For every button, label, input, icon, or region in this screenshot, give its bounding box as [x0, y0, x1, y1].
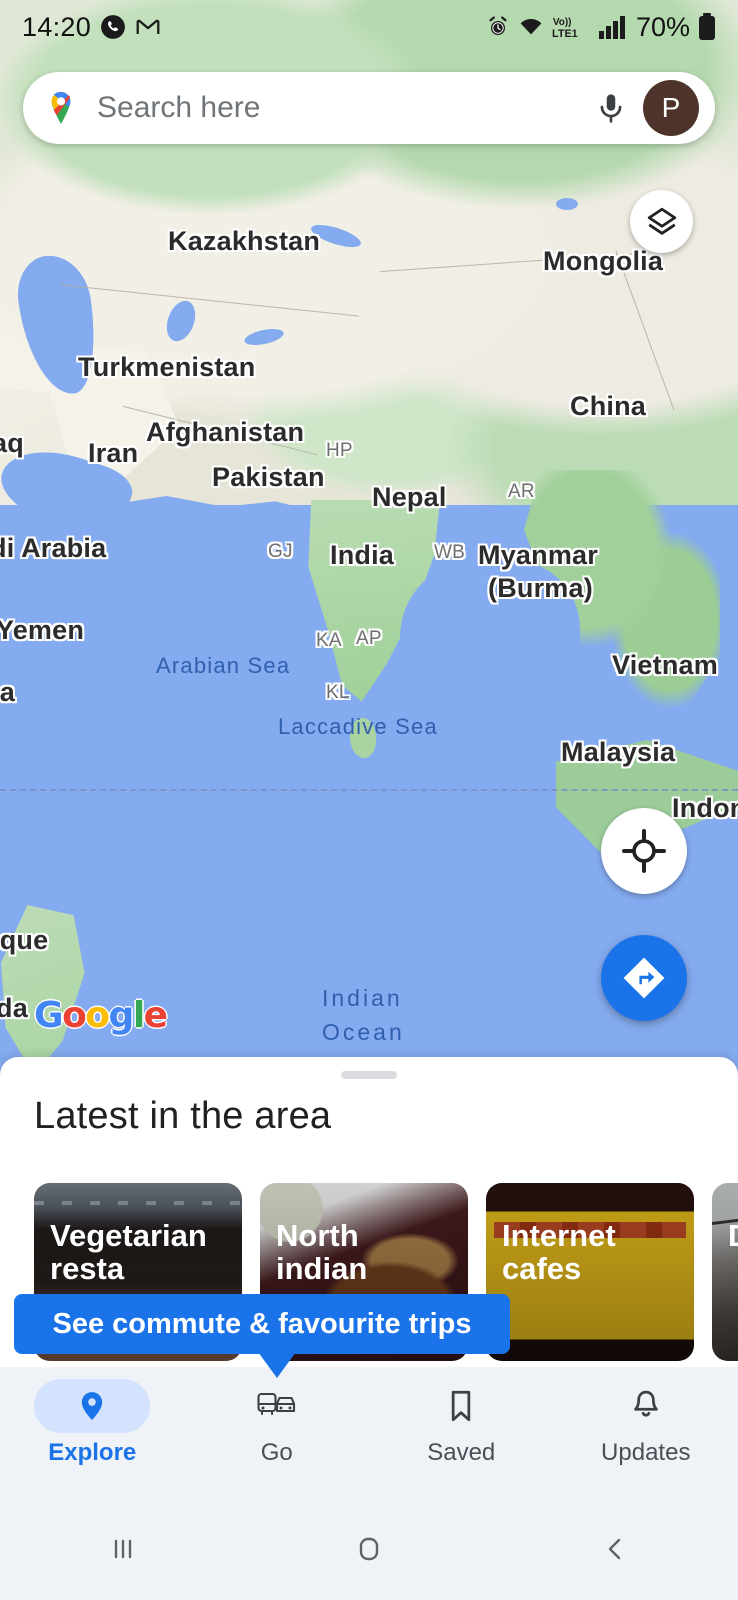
alarm-icon	[486, 15, 510, 39]
map-country-label: China	[570, 391, 647, 421]
map-country-label: (Burma)	[488, 573, 593, 603]
nav-label-updates: Updates	[601, 1439, 691, 1466]
svg-text:LTE1: LTE1	[552, 28, 578, 40]
card-label: Internet cafes	[502, 1218, 616, 1287]
map-state-label: WB	[434, 542, 466, 563]
bell-icon	[633, 1390, 658, 1417]
map-country-label: Kazakhstan	[168, 226, 321, 256]
map-country-label: Pakistan	[212, 462, 325, 492]
map-ocean-label: Indian	[322, 985, 403, 1011]
map-equator-line	[0, 789, 738, 791]
phone-call-icon	[100, 14, 126, 40]
status-bar-right: Vo)) LTE1 70%	[486, 12, 716, 43]
map-country-label: Indon	[672, 793, 738, 823]
map-country-label: Yemen	[0, 615, 85, 645]
map-country-label: ique	[0, 925, 49, 955]
nav-label-saved: Saved	[427, 1439, 496, 1466]
map-country-label: Iran	[88, 438, 139, 468]
volte-icon: Vo)) LTE1	[552, 14, 590, 40]
commute-bus-car-icon	[257, 1392, 295, 1415]
directions-arrow-icon	[623, 957, 665, 999]
area-card[interactable]: Internet cafes	[486, 1183, 694, 1361]
map-country-label: Nepal	[372, 482, 447, 512]
nav-item-explore[interactable]: Explore	[0, 1379, 185, 1467]
nav-item-saved[interactable]: Saved	[369, 1379, 554, 1467]
battery-percent-label: 70%	[635, 11, 690, 42]
card-label: Vegetarian resta	[50, 1218, 207, 1287]
map-state-label: GJ	[268, 541, 293, 562]
nav-item-updates[interactable]: Updates	[554, 1379, 738, 1467]
map-ocean-label: Ocean	[322, 1019, 405, 1045]
map-sea-label: Arabian Sea	[156, 653, 291, 678]
avatar[interactable]: P	[643, 80, 699, 136]
nav-icon-wrap-explore	[34, 1379, 151, 1433]
gmail-icon	[135, 14, 161, 40]
layers-icon	[647, 207, 676, 235]
map-country-label: Malaysia	[561, 737, 676, 767]
map-country-label: di Arabia	[0, 533, 107, 563]
wifi-icon	[518, 14, 544, 40]
nav-icon-wrap-updates	[588, 1379, 704, 1433]
page-title: Latest in the area	[34, 1095, 332, 1137]
map-sea-label: Laccadive Sea	[278, 714, 438, 739]
recents-button[interactable]	[0, 1529, 246, 1569]
nav-label-go: Go	[260, 1439, 293, 1466]
directions-button[interactable]	[601, 935, 687, 1021]
drag-handle[interactable]	[341, 1071, 397, 1079]
nav-item-go[interactable]: Go	[185, 1379, 370, 1467]
recents-icon	[114, 1539, 132, 1558]
android-system-navigation[interactable]	[0, 1497, 738, 1600]
map-country-label: Vietnam	[612, 650, 718, 680]
map-country-label: Mongolia	[543, 246, 664, 276]
nav-label-explore: Explore	[48, 1439, 137, 1466]
map-layers-button[interactable]	[630, 190, 693, 253]
home-button[interactable]	[246, 1529, 492, 1569]
card-label: North indian	[276, 1218, 368, 1287]
map-country-label: Afghanistan	[146, 417, 305, 447]
map-country-label: Myanmar	[478, 540, 598, 570]
map-country-label: da	[0, 993, 28, 1023]
back-icon	[608, 1538, 621, 1559]
area-card[interactable]: Dh	[712, 1183, 738, 1361]
status-bar-left: 14:20	[22, 12, 161, 43]
tooltip-label: See commute & favourite trips	[52, 1307, 472, 1340]
bottom-navigation-bar[interactable]: Explore Go Saved Updates	[0, 1367, 738, 1497]
google-maps-pin-icon	[41, 88, 81, 128]
search-input[interactable]: Search here	[97, 91, 589, 125]
map-state-label: HP	[326, 440, 353, 461]
tooltip-pointer	[258, 1352, 296, 1378]
search-bar[interactable]: Search here P	[23, 72, 715, 144]
map-canvas[interactable]: Kazakhstan Mongolia Turkmenistan China Afgha…	[0, 0, 738, 1075]
commute-tooltip[interactable]: See commute & favourite trips	[14, 1294, 510, 1354]
map-state-label: KA	[316, 630, 342, 651]
map-state-label: KL	[326, 682, 350, 703]
home-icon	[359, 1537, 379, 1560]
svg-text:Vo)): Vo))	[553, 17, 572, 28]
battery-icon	[698, 13, 716, 41]
card-scrim	[712, 1183, 738, 1361]
map-state-label: AR	[508, 481, 535, 502]
location-pin-icon	[82, 1392, 103, 1420]
map-state-label: AP	[356, 628, 382, 649]
map-country-label: aq	[0, 428, 24, 458]
card-label: Dh	[728, 1219, 738, 1253]
map-country-label: ia	[0, 677, 15, 707]
bookmark-icon	[452, 1390, 471, 1422]
back-button[interactable]	[492, 1529, 738, 1569]
microphone-icon[interactable]	[589, 86, 633, 130]
nav-icon-wrap-go	[219, 1379, 335, 1433]
status-bar: 14:20 Vo)) LTE1 70%	[0, 0, 738, 54]
my-location-crosshair-icon	[622, 829, 666, 873]
nav-icon-wrap-saved	[403, 1379, 519, 1433]
signal-bars-icon	[598, 14, 628, 40]
map-lake	[556, 198, 578, 210]
my-location-button[interactable]	[601, 808, 687, 894]
status-clock: 14:20	[22, 11, 92, 42]
map-country-label: Turkmenistan	[78, 352, 256, 382]
map-country-label: India	[330, 540, 395, 570]
google-watermark: Google	[34, 995, 168, 1036]
